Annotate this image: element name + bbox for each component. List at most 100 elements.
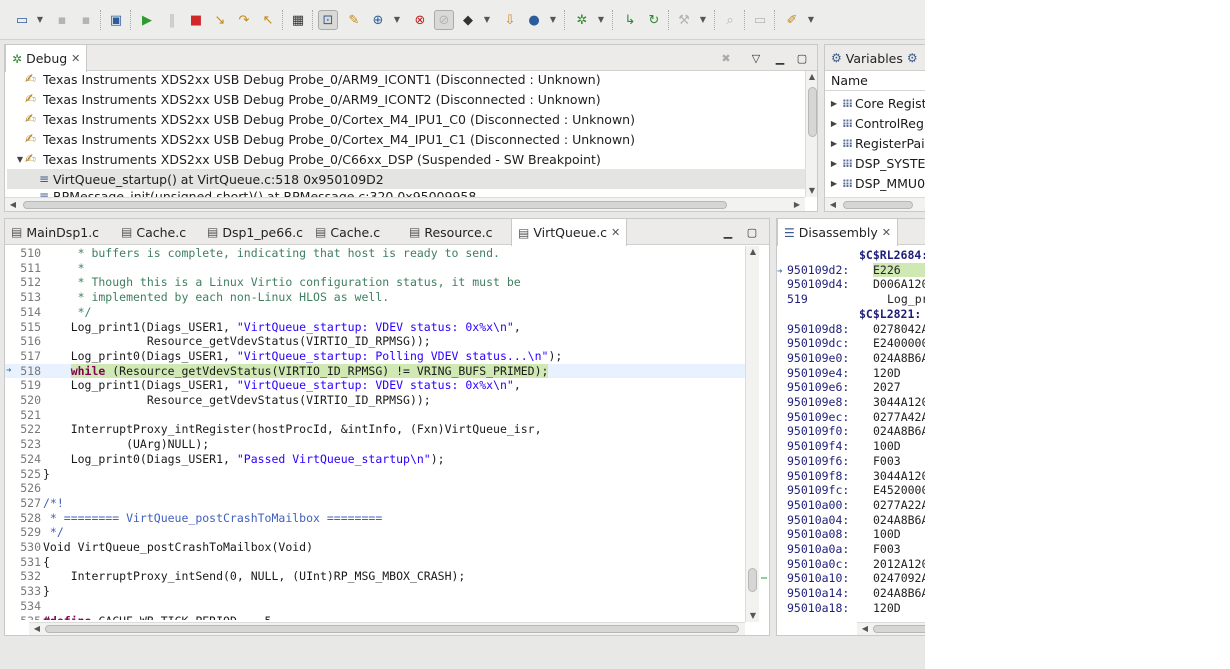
disassembly-instruction[interactable]: 950109fc: E4520000 xyxy=(777,483,925,498)
disassembly-instruction[interactable]: 950109f6: F003 xyxy=(777,454,925,469)
variable-row[interactable]: ▶ ⁝⁝⁝ DSP_MMU0 xyxy=(829,173,925,193)
code-line[interactable]: 519 Log_print1(Diags_USER1, "VirtQueue_s… xyxy=(5,378,745,393)
code-line[interactable]: 517 Log_print0(Diags_USER1, "VirtQueue_s… xyxy=(5,349,745,364)
close-icon[interactable]: ✕ xyxy=(71,52,80,65)
expand-right-icon[interactable]: ▶ xyxy=(829,119,839,128)
disassembly-source-line[interactable]: 519 Log_print1 xyxy=(777,292,925,307)
step-return-icon[interactable]: ↖ xyxy=(258,10,278,30)
run-dropdown-icon[interactable]: ▼ xyxy=(548,10,558,30)
code-line[interactable]: 535#define CACHE_WB_TICK_PERIOD 5 xyxy=(5,614,745,621)
code-line[interactable]: 528 * ======== VirtQueue_postCrashToMail… xyxy=(5,511,745,526)
disassembly-instruction[interactable]: 95010a08: 100D xyxy=(777,527,925,542)
tool-icon[interactable]: ⚒ xyxy=(674,10,694,30)
tree-item-probe[interactable]: ✍ Texas Instruments XDS2xx USB Debug Pro… xyxy=(25,89,601,109)
disassembly-instruction[interactable]: 950109d4: D006A120 xyxy=(777,277,925,292)
disassembly-instruction[interactable]: 950109e6: 2027 xyxy=(777,380,925,395)
debug-horizontal-scrollbar[interactable]: ◀ ▶ xyxy=(5,197,805,211)
code-line[interactable]: 512 * Though this is a Linux Virtio conf… xyxy=(5,275,745,290)
disassembly-instruction[interactable]: 950109e4: 120D xyxy=(777,366,925,381)
load-icon[interactable]: ⇩ xyxy=(500,10,520,30)
profile-icon[interactable]: ✲ xyxy=(572,10,592,30)
tree-item-probe[interactable]: ✍ Texas Instruments XDS2xx USB Debug Pro… xyxy=(25,129,635,149)
minimize-icon[interactable]: ▁ xyxy=(771,49,789,67)
tab-disassembly[interactable]: ☰ Disassembly ✕ xyxy=(777,219,898,246)
resume-icon[interactable]: ▶ xyxy=(137,10,157,30)
reset-icon[interactable]: ⊕ xyxy=(368,10,388,30)
reset-dropdown-icon[interactable]: ▼ xyxy=(392,10,402,30)
editor-vertical-scrollbar[interactable]: ▲ ▼ xyxy=(745,246,759,622)
scroll-down-icon[interactable]: ▼ xyxy=(747,610,759,622)
scroll-thumb[interactable] xyxy=(843,201,913,209)
view-menu-icon[interactable]: ▽ xyxy=(747,49,765,67)
close-icon[interactable]: ✕ xyxy=(611,226,620,239)
maximize-icon[interactable]: ▢ xyxy=(743,223,761,241)
variable-row[interactable]: ▶ ⁝⁝⁝ DSP_SYSTEM xyxy=(829,153,925,173)
remove-icon[interactable]: ⊗ xyxy=(410,10,430,30)
tab-maindsp1-c[interactable]: ▤ MainDsp1.c xyxy=(5,219,105,245)
step-over-icon[interactable]: ↷ xyxy=(234,10,254,30)
variable-row[interactable]: ▶ ⁝⁝⁝ Core Registers xyxy=(829,93,925,113)
remove-all-terminated-icon[interactable]: ✖ xyxy=(717,49,735,67)
code-line[interactable]: 527/*! xyxy=(5,496,745,511)
scroll-thumb[interactable] xyxy=(808,87,817,137)
code-line[interactable]: 533} xyxy=(5,584,745,599)
disassembly-instruction[interactable]: 95010a18: 120D xyxy=(777,601,925,616)
expand-right-icon[interactable]: ▶ xyxy=(829,159,839,168)
tab-variables[interactable]: ⚙ Variables ⚙ xyxy=(825,45,924,71)
disassembly-horizontal-scrollbar[interactable]: ◀ xyxy=(857,622,925,635)
tab-cache-c[interactable]: ▤ Cache.c xyxy=(115,219,192,245)
scroll-left-icon[interactable]: ◀ xyxy=(827,199,839,211)
window-icon[interactable]: ▭ xyxy=(750,10,770,30)
code-line[interactable]: 521 xyxy=(5,408,745,423)
editor-horizontal-scrollbar[interactable]: ◀ xyxy=(29,622,745,635)
suspend-icon[interactable]: ‖ xyxy=(162,10,182,30)
tab-debug[interactable]: ✲ Debug ✕ xyxy=(5,45,88,72)
disassembly-instruction[interactable]: 950109dc: E2400000 xyxy=(777,336,925,351)
tree-item-probe[interactable]: ✍ Texas Instruments XDS2xx USB Debug Pro… xyxy=(25,109,635,129)
connect-icon[interactable]: ⊡ xyxy=(318,10,338,30)
scroll-thumb[interactable] xyxy=(23,201,727,209)
memory-icon[interactable]: ▦ xyxy=(288,10,308,30)
external-tools-dropdown-icon[interactable]: ▼ xyxy=(806,10,816,30)
code-line[interactable]: 529 */ xyxy=(5,525,745,540)
expand-right-icon[interactable]: ▶ xyxy=(829,179,839,188)
scroll-thumb[interactable] xyxy=(45,625,739,633)
disassembly-instruction[interactable]: 950109e0: 024A8B6A xyxy=(777,351,925,366)
new-dropdown-icon[interactable]: ▼ xyxy=(35,10,45,30)
target-icon[interactable]: ◆ xyxy=(458,10,478,30)
disassembly-instruction[interactable]: 95010a14: 024A8B6A xyxy=(777,586,925,601)
code-line-current[interactable]: ➜ 518 while (Resource_getVdevStatus(VIRTI… xyxy=(5,363,745,379)
code-line[interactable]: 531{ xyxy=(5,555,745,570)
disassembly-instruction[interactable]: 950109e8: 3044A120 xyxy=(777,395,925,410)
disassembly-listing[interactable]: $C$RL2684: ➜ 950109d2: E226 950109d4: D006A1… xyxy=(777,248,925,618)
scroll-down-icon[interactable]: ▼ xyxy=(806,185,817,197)
code-line[interactable]: 532 InterruptProxy_intSend(0, NULL, (UIn… xyxy=(5,569,745,584)
variable-row[interactable]: ▶ ⁝⁝⁝ RegisterPairs xyxy=(829,133,925,153)
skip-icon[interactable]: ⊘ xyxy=(434,10,454,30)
expressions-icon[interactable]: ⚙ xyxy=(907,52,918,64)
debug-vertical-scrollbar[interactable]: ▲ ▼ xyxy=(805,71,817,197)
external-tools-icon[interactable]: ✐ xyxy=(782,10,802,30)
scroll-left-icon[interactable]: ◀ xyxy=(31,623,43,635)
tool-dropdown-icon[interactable]: ▼ xyxy=(698,10,708,30)
save-all-icon[interactable]: ▪ xyxy=(76,10,96,30)
target-dropdown-icon[interactable]: ▼ xyxy=(482,10,492,30)
code-line[interactable]: 524 Log_print0(Diags_USER1, "Passed Virt… xyxy=(5,452,745,467)
code-line[interactable]: 530 Void VirtQueue_postCrashToMailbox(Voi… xyxy=(5,540,745,555)
code-line[interactable]: 534 xyxy=(5,599,745,614)
column-header-name[interactable]: Name xyxy=(825,71,925,91)
disassembly-instruction[interactable]: 95010a0a: F003 xyxy=(777,542,925,557)
new-icon[interactable]: ▭ xyxy=(12,10,32,30)
close-icon[interactable]: ✕ xyxy=(882,226,891,239)
terminate-icon[interactable]: ■ xyxy=(186,10,206,30)
disassembly-label[interactable]: $C$L2821: xyxy=(777,307,925,322)
code-line[interactable]: 516 Resource_getVdevStatus(VIRTIO_ID_RPM… xyxy=(5,334,745,349)
code-line[interactable]: 526 xyxy=(5,481,745,496)
scroll-up-icon[interactable]: ▲ xyxy=(806,71,817,83)
code-editor[interactable]: 510 * buffers is complete, indicating th… xyxy=(5,246,745,620)
scroll-up-icon[interactable]: ▲ xyxy=(747,246,759,258)
disassembly-instruction[interactable]: 95010a00: 0277A22A xyxy=(777,498,925,513)
code-line[interactable]: 511 * xyxy=(5,261,745,276)
tab-virtqueue-c[interactable]: ▤ VirtQueue.c ✕ xyxy=(511,219,628,246)
breakpoint-icon[interactable]: ✎ xyxy=(344,10,364,30)
